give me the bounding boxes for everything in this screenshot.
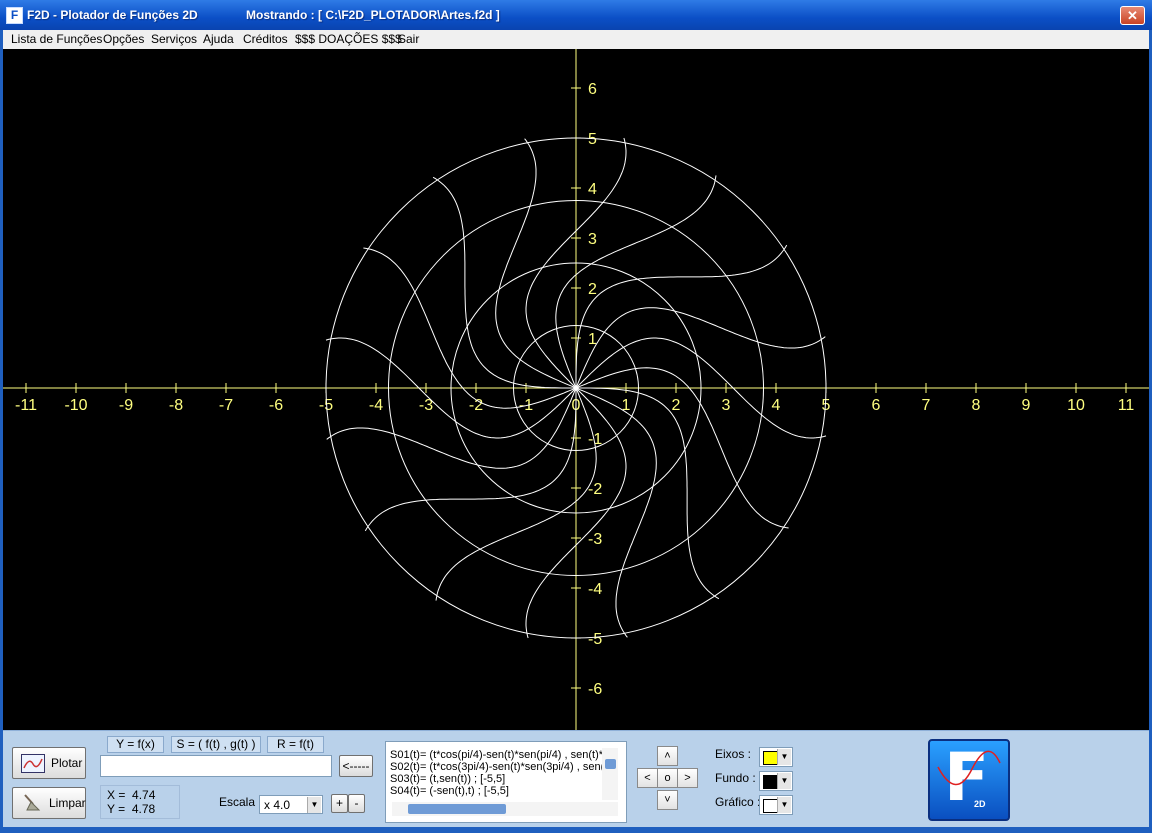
curve-icon [937,750,1001,786]
x-coordinate: X = 4.74 [107,788,156,802]
background-color-label: Fundo : [715,771,756,785]
x-tick-label: 2 [672,397,681,414]
x-tick-label: -8 [169,397,183,414]
spiral-curve [363,247,577,409]
x-tick-label: 3 [722,397,731,414]
y-tick-label: -4 [588,581,602,598]
mode-yfx-button[interactable]: Y = f(x) [107,736,164,753]
spiral-curve [575,367,789,529]
chart-icon [21,754,45,773]
cursor-coordinates: X = 4.74 Y = 4.78 [100,785,180,819]
menu-options[interactable]: Opções [103,32,144,46]
broom-icon [21,793,43,812]
mode-polar-button[interactable]: R = f(t) [267,736,324,753]
y-tick-label: -5 [588,631,602,648]
x-tick-label: -10 [64,397,87,414]
horizontal-scrollbar[interactable] [392,802,618,816]
insert-expression-button[interactable]: <----- [339,755,373,777]
spiral-curve [432,176,576,389]
list-item[interactable]: S03(t)= (t,sen(t)) ; [-5,5] [390,773,505,785]
chevron-down-icon[interactable]: ▼ [777,749,791,765]
app-icon[interactable]: F [6,7,23,24]
y-tick-label: 4 [588,181,597,198]
clear-button-label: Limpar [49,796,86,810]
center-button[interactable]: o [657,768,678,788]
x-tick-label: 9 [1022,397,1031,414]
pan-up-button[interactable]: ˄ [657,746,678,766]
x-tick-label: 11 [1118,397,1135,414]
clear-button[interactable]: Limpar [12,787,86,819]
x-tick-label: -9 [119,397,133,414]
graph-color-label: Gráfico : [715,795,761,809]
plot-canvas[interactable]: -11 -10 -9 -8 -7 -6 -5 -4 -3 -2 -1 0 1 2 3 4 5 6 7 8 9 10 11 -6… [3,49,1149,730]
logo-badge: 2D [974,799,986,809]
pan-down-button[interactable]: ˅ [657,790,678,810]
x-tick-label: -4 [369,397,383,414]
graph-color-picker[interactable]: ▼ [759,795,793,815]
graph-color-swatch [763,799,778,813]
window-title: F2D - Plotador de Funções 2D [27,8,198,22]
plot-svg: -11 -10 -9 -8 -7 -6 -5 -4 -3 -2 -1 0 1 2 3 4 5 6 7 8 9 10 11-6… [3,49,1149,730]
x-tick-label: 1 [622,397,631,414]
menu-help[interactable]: Ajuda [203,32,234,46]
x-tick-label: 10 [1067,397,1085,414]
vertical-scrollbar[interactable] [602,748,618,800]
spiral-curve [555,175,717,389]
axes-color-label: Eixos : [715,747,752,761]
x-tick-label: -6 [269,397,283,414]
menu-exit[interactable]: Sair [398,32,419,46]
y-tick-label: -6 [588,681,602,698]
list-item[interactable]: S04(t)= (-sen(t),t) ; [-5,5] [390,785,509,797]
function-list[interactable]: S01(t)= (t*cos(pi/4)-sen(t)*sen(pi/4) , … [385,741,627,823]
pan-right-button[interactable]: > [677,768,698,788]
y-value: 4.78 [131,802,156,816]
y-coordinate: Y = 4.78 [107,802,156,816]
background-color-swatch [763,775,778,789]
y-tick-label: 6 [588,81,597,98]
plot-button-label: Plotar [51,756,83,770]
app-logo: F 2D [928,739,1010,821]
background-color-picker[interactable]: ▼ [759,771,793,791]
spiral-curve [435,387,597,601]
y-tick-label: -3 [588,531,602,548]
current-file-label: Mostrando : [ C:\F2D_PLOTADOR\Artes.f2d … [246,8,500,22]
y-tick-label: 5 [588,131,597,148]
menu-credits[interactable]: Créditos [243,32,288,46]
control-panel: Plotar Limpar Y = f(x) S = ( f(t) , g(t)… [3,730,1149,827]
x-tick-label: 6 [872,397,881,414]
y-tick-label: 2 [588,281,597,298]
x-tick-label: 4 [772,397,781,414]
scale-value: x 4.0 [264,798,291,812]
list-item[interactable]: S01(t)= (t*cos(pi/4)-sen(t)*sen(pi/4) , … [390,749,609,761]
axes-color-picker[interactable]: ▼ [759,747,793,767]
y-tick-label: 3 [588,231,597,248]
title-bar: F F2D - Plotador de Funções 2D Mostrando… [0,0,1152,30]
x-tick-label: 7 [922,397,931,414]
x-value: 4.74 [132,788,156,802]
chevron-down-icon[interactable]: ▼ [777,797,791,813]
close-button[interactable]: ✕ [1120,6,1145,25]
x-tick-label: 8 [972,397,981,414]
menu-function-list[interactable]: Lista de Funções [11,32,102,46]
spiral-curve [575,244,788,388]
zoom-out-button[interactable]: - [348,794,365,813]
mode-parametric-button[interactable]: S = ( f(t) , g(t) ) [171,736,261,753]
x-tick-label: -7 [219,397,233,414]
menu-donations[interactable]: $$$ DOAÇÕES $$$ [295,32,402,46]
expression-input[interactable] [100,755,332,777]
menu-services[interactable]: Serviços [151,32,197,46]
axes-color-swatch [763,751,778,765]
x-tick-label: -11 [15,397,37,414]
scale-label: Escala : [219,795,262,809]
zoom-in-button[interactable]: + [331,794,348,813]
scale-select[interactable]: x 4.0 ▼ [259,795,323,814]
chevron-down-icon[interactable]: ▼ [307,797,321,813]
plot-button[interactable]: Plotar [12,747,86,779]
list-item[interactable]: S02(t)= (t*cos(3pi/4)-sen(t)*sen(3pi/4) … [390,761,607,773]
menu-bar: Lista de Funções Opções Serviços Ajuda C… [3,30,1149,50]
chevron-down-icon[interactable]: ▼ [777,773,791,789]
pan-left-button[interactable]: < [637,768,658,788]
